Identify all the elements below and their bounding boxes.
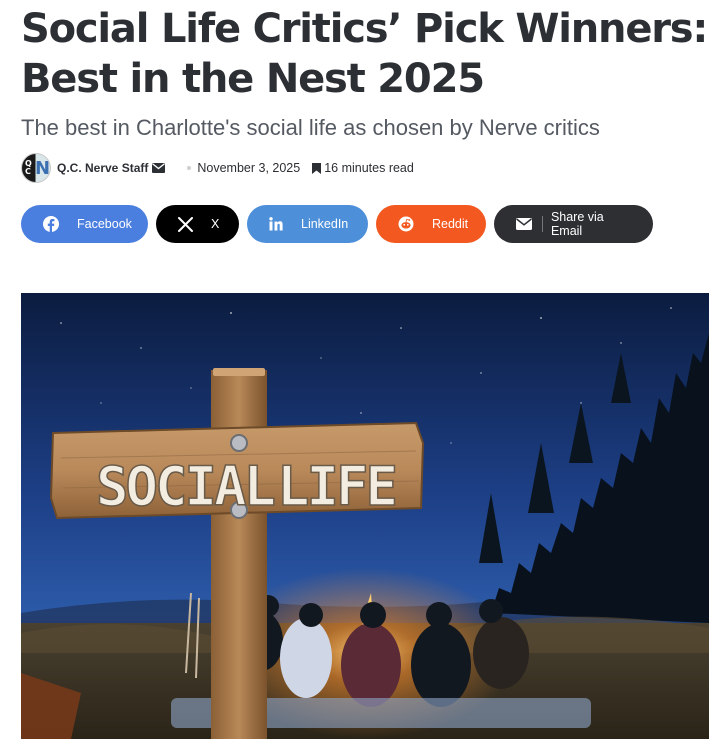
- screw-icon: [230, 434, 248, 452]
- sign-word-life: LIFE: [277, 455, 395, 518]
- share-buttons: Facebook X LinkedIn Reddit Share via Ema…: [21, 205, 653, 243]
- author-avatar[interactable]: QCN: [21, 153, 51, 183]
- share-x-label: X: [211, 217, 220, 231]
- article-meta: QCN Q.C. Nerve Staff November 3, 2025 16…: [21, 152, 414, 184]
- x-icon: [178, 216, 193, 232]
- article-subtitle: The best in Charlotte's social life as c…: [21, 115, 600, 140]
- reddit-icon: [398, 216, 414, 232]
- facebook-icon: [43, 216, 59, 232]
- linkedin-icon: [269, 216, 283, 232]
- article-title: Social Life Critics’ Pick Winners: Best …: [21, 6, 708, 102]
- share-divider: [542, 216, 543, 232]
- bookmark-icon: [312, 162, 322, 174]
- envelope-icon: [516, 216, 532, 232]
- share-linkedin-button[interactable]: LinkedIn: [247, 205, 368, 243]
- author-name[interactable]: Q.C. Nerve Staff: [57, 161, 148, 175]
- share-reddit-label: Reddit: [432, 217, 469, 231]
- read-time-label: 16 minutes read: [324, 161, 414, 175]
- share-email-button[interactable]: Share via Email: [494, 205, 653, 243]
- share-x-button[interactable]: X: [156, 205, 239, 243]
- share-reddit-button[interactable]: Reddit: [376, 205, 486, 243]
- post-date: November 3, 2025: [197, 161, 301, 175]
- share-facebook-label: Facebook: [77, 217, 132, 231]
- share-email-label: Share via Email: [550, 210, 604, 238]
- share-facebook-button[interactable]: Facebook: [21, 205, 148, 243]
- read-time: 16 minutes read: [312, 161, 414, 175]
- sign-word-social: SOCIAL: [96, 455, 275, 518]
- signpost: [211, 370, 267, 739]
- share-linkedin-label: LinkedIn: [301, 217, 349, 231]
- meta-separator: [187, 166, 192, 170]
- featured-image[interactable]: SOCIAL LIFE: [21, 293, 709, 739]
- mail-icon[interactable]: [152, 163, 166, 173]
